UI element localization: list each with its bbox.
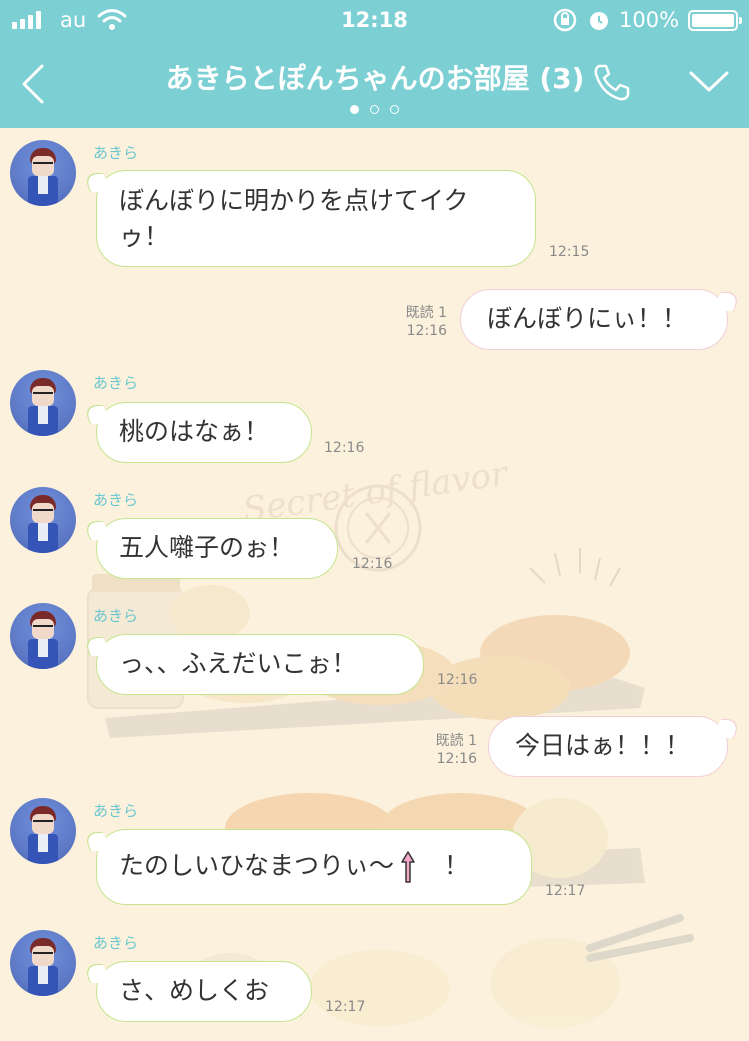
phone-icon[interactable] [590,60,634,104]
avatar[interactable] [10,487,76,553]
message-time: 12:16 [324,440,365,456]
message-text: さ、めしくお [119,976,270,1005]
message-text: ぼんぼりにぃ！！ [487,304,688,333]
message-bubble[interactable]: 今日はぁ！！！ [488,716,728,777]
avatar[interactable] [10,798,76,864]
battery-percent: 100% [619,8,680,32]
message-bubble[interactable]: ぼんぼりにぃ！！ [460,289,728,350]
sender-name: あきら [93,607,139,625]
avatar[interactable] [10,930,76,996]
top-bar: au 12:18 100% あきらとぽんちゃんのお部屋 (3) [0,0,749,128]
message-bubble[interactable]: っ、、ふえだいこぉ！ [96,634,424,695]
read-receipt: 既読 1 12:16 [405,305,447,339]
message-bubble[interactable]: 桃のはなぁ！ [96,402,312,463]
message-time: 12:15 [549,244,590,260]
message-text: 今日はぁ！！！ [515,731,691,760]
sender-name: あきら [93,802,139,820]
rotation-lock-icon [553,8,577,32]
page-dot [370,105,379,114]
battery-icon [688,10,742,31]
chevron-down-icon[interactable] [688,68,730,96]
message-bubble[interactable]: ぼんぼりに明かりを点けてイク ゥ！ [96,170,536,267]
message-time: 12:17 [325,999,366,1015]
alarm-icon [590,12,608,30]
page-indicator [0,105,749,114]
message-bubble[interactable]: さ、めしくお [96,961,312,1022]
message-text: 桃のはなぁ！ [119,417,270,446]
sender-name: あきら [93,491,139,509]
message-text: 五人囃子のぉ！ [119,533,295,562]
status-bar: au 12:18 100% [0,0,749,40]
message-text: たのしいひなまつりぃ〜 [119,851,395,880]
avatar[interactable] [10,140,76,206]
message-time: 12:17 [545,883,586,899]
page-dot [390,105,399,114]
message-bubble[interactable]: たのしいひなまつりぃ〜 ！ [96,829,532,905]
page-dot [350,105,359,114]
back-chevron-icon[interactable] [18,62,48,106]
sender-name: あきら [93,934,139,952]
message-time: 12:16 [352,556,393,572]
avatar[interactable] [10,370,76,436]
message-text-line: ぼんぼりに明かりを点けてイク [119,186,469,215]
sender-name: あきら [93,144,139,162]
message-text: っ、、ふえだいこぉ！ [119,649,357,678]
avatar[interactable] [10,603,76,669]
sender-name: あきら [93,374,139,392]
read-receipt: 既読 1 12:16 [435,733,477,767]
up-arrow-emoji-icon [401,851,415,883]
message-text-line: ゥ！ [119,222,170,251]
message-time: 12:16 [437,672,478,688]
message-text: ！ [444,851,470,880]
chat-title: あきらとぽんちゃんのお部屋 (3) [165,62,585,95]
message-bubble[interactable]: 五人囃子のぉ！ [96,518,338,579]
